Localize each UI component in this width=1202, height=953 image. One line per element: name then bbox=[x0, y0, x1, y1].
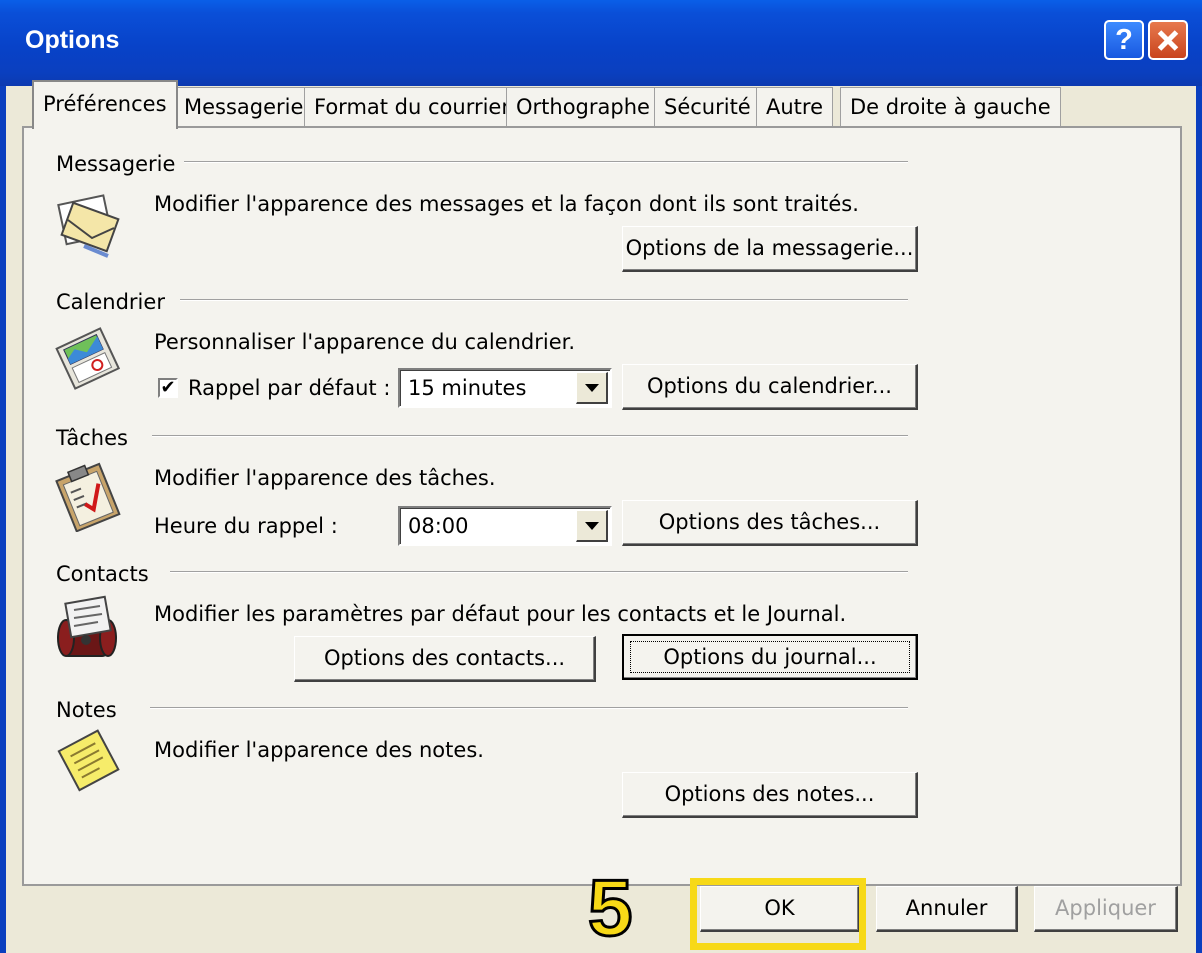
taches-divider bbox=[152, 435, 908, 437]
messagerie-heading: Messagerie bbox=[56, 152, 188, 176]
calendar-icon bbox=[55, 327, 121, 390]
tab-orthographe[interactable]: Orthographe bbox=[506, 87, 660, 127]
rappel-label: Rappel par défaut : bbox=[188, 376, 391, 400]
mail-icon bbox=[57, 194, 120, 258]
help-button[interactable]: ? bbox=[1104, 20, 1144, 60]
heure-rappel-label: Heure du rappel : bbox=[154, 514, 338, 538]
calendrier-heading: Calendrier bbox=[56, 290, 177, 314]
taches-options-button[interactable]: Options des tâches... bbox=[622, 500, 918, 546]
tab-format-courrier[interactable]: Format du courrier bbox=[304, 87, 520, 127]
notes-description: Modifier l'apparence des notes. bbox=[154, 738, 484, 762]
rappel-select[interactable]: 15 minutes bbox=[398, 368, 612, 408]
messagerie-divider bbox=[184, 161, 908, 163]
ok-highlight-box bbox=[690, 878, 866, 950]
notes-options-button[interactable]: Options des notes... bbox=[622, 772, 918, 818]
tab-autre[interactable]: Autre bbox=[756, 87, 834, 127]
notes-heading: Notes bbox=[56, 698, 129, 722]
tasks-icon bbox=[55, 462, 121, 532]
close-button[interactable] bbox=[1148, 20, 1188, 60]
step-number: 5 bbox=[587, 863, 634, 952]
taches-heading: Tâches bbox=[56, 426, 140, 450]
rappel-checkbox[interactable]: ✔ bbox=[158, 378, 178, 398]
heure-rappel-select[interactable]: 08:00 bbox=[398, 506, 612, 546]
cancel-button[interactable]: Annuler bbox=[876, 886, 1018, 932]
window-border-left bbox=[0, 86, 6, 953]
apply-button[interactable]: Appliquer bbox=[1034, 886, 1178, 932]
calendrier-divider bbox=[180, 299, 908, 301]
tab-preferences[interactable]: Préférences bbox=[32, 80, 178, 129]
window-border-right bbox=[1196, 86, 1202, 953]
messagerie-description: Modifier l'apparence des messages et la … bbox=[154, 192, 859, 216]
calendrier-options-button[interactable]: Options du calendrier... bbox=[622, 364, 918, 410]
heure-rappel-value: 08:00 bbox=[408, 514, 469, 538]
tab-securite[interactable]: Sécurité bbox=[654, 87, 761, 127]
contacts-heading: Contacts bbox=[56, 562, 161, 586]
taches-description: Modifier l'apparence des tâches. bbox=[154, 466, 496, 490]
calendrier-description: Personnaliser l'apparence du calendrier. bbox=[154, 330, 576, 354]
tab-droite-gauche[interactable]: De droite à gauche bbox=[840, 87, 1061, 127]
contacts-options-button[interactable]: Options des contacts... bbox=[294, 636, 596, 682]
notes-divider bbox=[150, 707, 908, 709]
journal-options-button[interactable]: Options du journal... bbox=[622, 634, 918, 680]
contacts-divider bbox=[170, 571, 908, 573]
contacts-icon bbox=[57, 595, 117, 657]
contacts-description: Modifier les paramètres par défaut pour … bbox=[154, 602, 847, 626]
window-title: Options bbox=[25, 26, 120, 54]
chevron-down-icon[interactable] bbox=[576, 510, 608, 542]
messagerie-options-button[interactable]: Options de la messagerie... bbox=[622, 226, 918, 272]
focus-ring bbox=[630, 641, 910, 673]
rappel-select-value: 15 minutes bbox=[408, 376, 527, 400]
tab-messagerie[interactable]: Messagerie bbox=[174, 87, 314, 127]
notes-icon bbox=[57, 729, 120, 792]
chevron-down-icon[interactable] bbox=[576, 372, 608, 404]
preferences-panel: Messagerie Modifier l'apparence des mess… bbox=[22, 126, 1182, 886]
title-bar[interactable]: Options ? bbox=[0, 0, 1202, 86]
